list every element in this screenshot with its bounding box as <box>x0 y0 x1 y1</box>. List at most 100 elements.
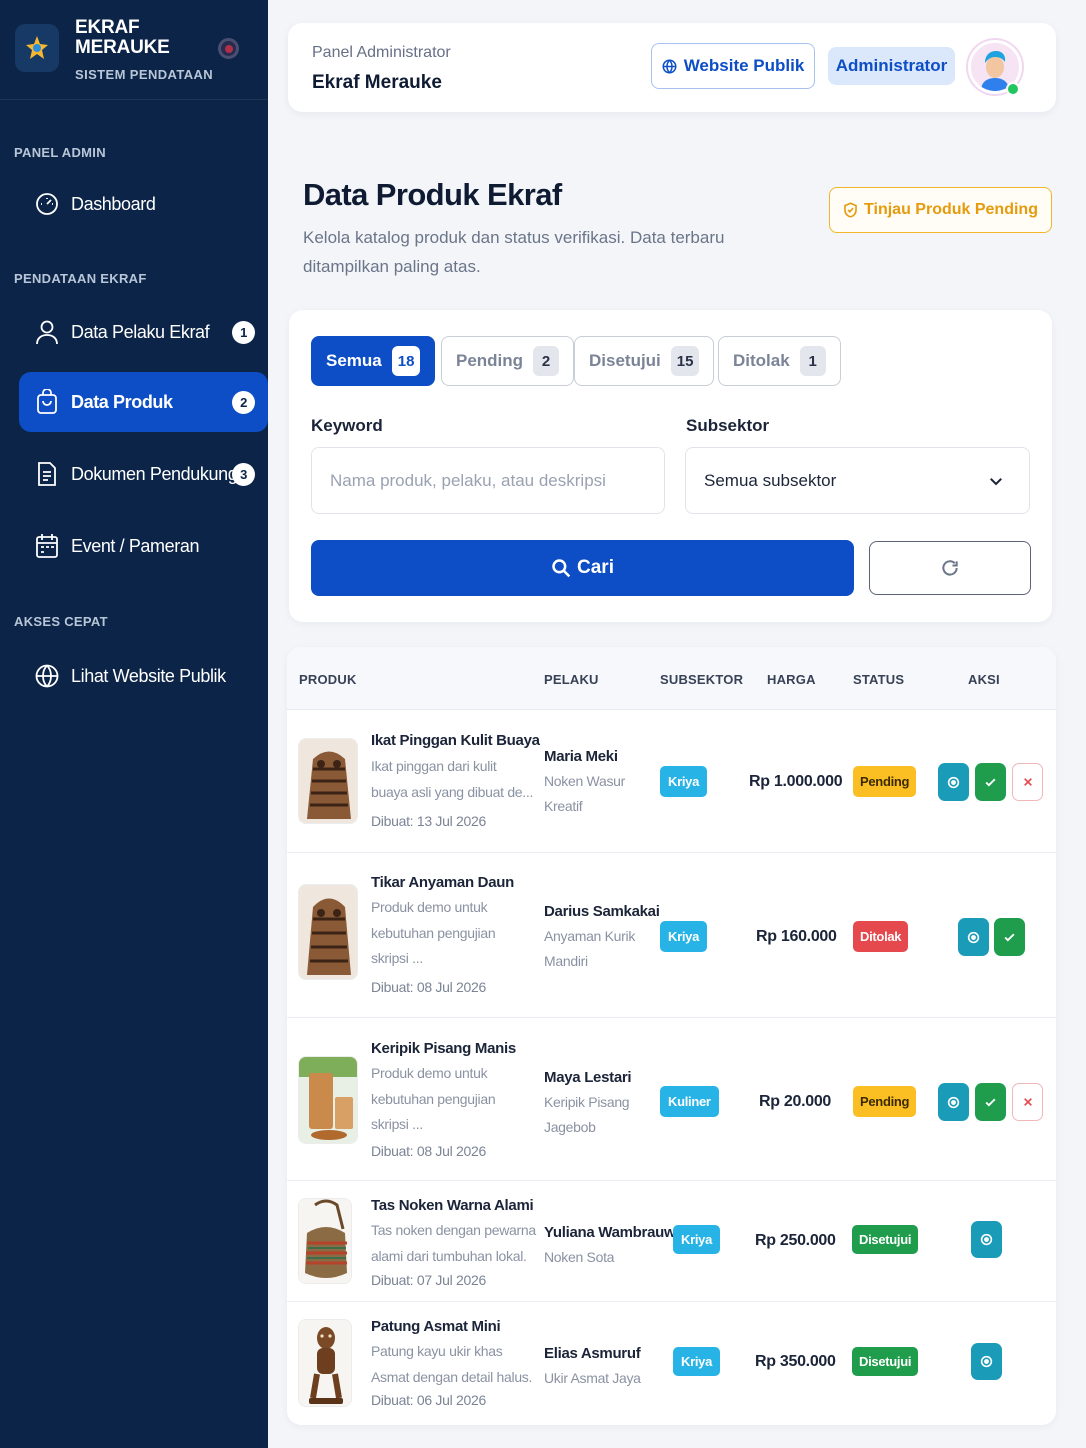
status-badge: Pending <box>853 766 917 797</box>
count-badge: 2 <box>232 390 255 414</box>
status-badge: Pending <box>853 1086 917 1117</box>
status-badge: Disetujui <box>852 1347 919 1376</box>
reject-button[interactable] <box>1012 1083 1043 1121</box>
product-thumbnail <box>298 738 358 824</box>
view-button[interactable] <box>938 763 969 801</box>
website-publik-label: Website Publik <box>683 56 805 75</box>
column-header: AKSI <box>968 672 1000 687</box>
tab-count: 1 <box>799 346 826 376</box>
sidebar-item-event[interactable]: Event / Pameran <box>19 516 268 576</box>
bag-icon <box>34 389 60 415</box>
product-price: Rp 20.000 <box>759 1093 832 1110</box>
sidebar-item-dashboard[interactable]: Dashboard <box>19 174 268 234</box>
tab-disetujui[interactable]: Disetujui 15 <box>574 336 715 386</box>
product-thumbnail <box>298 884 358 980</box>
search-icon <box>552 559 571 578</box>
pelaku-name: Elias Asmuruf <box>544 1345 641 1362</box>
brand-title-line2: MERAUKE <box>75 37 170 58</box>
eye-icon <box>980 1355 993 1368</box>
pelaku-name: Maria Meki <box>544 748 618 765</box>
subsektor-chip: Kuliner <box>660 1086 719 1117</box>
shield-check-icon <box>844 202 857 218</box>
reject-button[interactable] <box>1012 763 1043 801</box>
tab-semua[interactable]: Semua 18 <box>311 336 436 386</box>
product-price: Rp 250.000 <box>755 1232 836 1249</box>
subsektor-chip: Kriya <box>660 766 708 797</box>
keyword-label: Keyword <box>311 416 383 435</box>
pelaku-name: Yuliana Wambrauw <box>544 1224 676 1241</box>
close-icon <box>1023 1098 1032 1106</box>
sidebar-item-dokumen[interactable]: Dokumen Pendukung 3 <box>19 444 268 504</box>
brand-title-line1: EKRAF <box>75 17 140 38</box>
subsektor-select[interactable]: Semua subsektor <box>685 447 1030 514</box>
chevron-down-icon <box>990 478 1002 486</box>
tab-count: 2 <box>533 346 560 376</box>
view-button[interactable] <box>971 1343 1002 1380</box>
column-header: PRODUK <box>299 672 357 687</box>
brand-title: EKRAF MERAUKE <box>75 18 170 58</box>
sidebar-item-data-produk[interactable]: Data Produk 2 <box>19 372 268 432</box>
sidebar-item-label: Data Pelaku Ekraf <box>71 321 210 342</box>
pelaku-business: Anyaman Kurik Mandiri <box>544 928 636 969</box>
product-description: Tas noken dengan pewarna alami dari tumb… <box>371 1222 536 1264</box>
keyword-input[interactable] <box>311 447 665 514</box>
record-indicator-icon <box>218 38 239 59</box>
product-date: Dibuat: 13 Jul 2026 <box>371 813 486 829</box>
brand: EKRAF MERAUKE SISTEM PENDATAAN <box>0 0 268 100</box>
view-button[interactable] <box>938 1083 969 1121</box>
header-kicker: Panel Administrator <box>312 44 451 61</box>
calendar-icon <box>34 533 60 559</box>
product-date: Dibuat: 06 Jul 2026 <box>371 1392 486 1408</box>
tab-label: Pending <box>456 351 524 370</box>
status-badge: Disetujui <box>852 1225 919 1254</box>
tab-label: Disetujui <box>589 351 661 370</box>
top-header: Panel Administrator Ekraf Merauke Websit… <box>288 23 1056 112</box>
website-publik-button[interactable]: Website Publik <box>651 43 815 89</box>
table-row: Patung Asmat Mini Patung kayu ukir khas … <box>287 1302 1056 1425</box>
pelaku-business: Ukir Asmat Jaya <box>544 1370 641 1386</box>
pelaku-business: Noken Sota <box>544 1249 615 1265</box>
header-title: Ekraf Merauke <box>312 72 442 93</box>
brand-logo[interactable] <box>15 24 59 72</box>
section-pendataan: PENDATAAN EKRAF <box>14 271 147 286</box>
tab-pending[interactable]: Pending 2 <box>441 336 575 386</box>
sidebar-item-label: Dokumen Pendukung <box>71 463 238 484</box>
product-price: Rp 1.000.000 <box>749 773 843 790</box>
reset-button[interactable] <box>869 541 1031 595</box>
approve-button[interactable] <box>975 1083 1006 1121</box>
document-icon <box>34 461 60 487</box>
tab-ditolak[interactable]: Ditolak 1 <box>718 336 841 386</box>
sidebar-item-label: Data Produk <box>71 391 173 412</box>
product-thumbnail <box>298 1056 358 1144</box>
sidebar-item-website-publik[interactable]: Lihat Website Publik <box>19 646 268 706</box>
column-header: PELAKU <box>544 672 599 687</box>
pelaku-business: Noken Wasur Kreatif <box>544 773 625 814</box>
product-description: Patung kayu ukir khas Asmat dengan detai… <box>371 1343 533 1385</box>
approve-button[interactable] <box>994 918 1025 956</box>
pelaku-name: Darius Samkakai <box>544 903 660 920</box>
user-icon <box>34 319 60 345</box>
view-button[interactable] <box>971 1221 1002 1258</box>
page-title: Data Produk Ekraf <box>303 177 562 212</box>
sidebar-item-label: Lihat Website Publik <box>71 665 226 686</box>
count-badge: 1 <box>232 320 255 344</box>
pelaku-name: Maya Lestari <box>544 1069 632 1086</box>
globe-icon <box>662 59 677 73</box>
column-header: HARGA <box>767 672 816 687</box>
sidebar-item-data-pelaku[interactable]: Data Pelaku Ekraf 1 <box>19 302 268 362</box>
review-pending-button[interactable]: Tinjau Produk Pending <box>829 187 1052 233</box>
product-thumbnail <box>298 1198 352 1284</box>
refresh-icon <box>942 560 958 576</box>
product-name: Tas Noken Warna Alami <box>371 1197 534 1214</box>
tab-label: Ditolak <box>733 351 790 370</box>
review-pending-label: Tinjau Produk Pending <box>864 201 1038 218</box>
product-date: Dibuat: 08 Jul 2026 <box>371 1143 486 1159</box>
sidebar-item-label: Event / Pameran <box>71 535 200 556</box>
approve-button[interactable] <box>975 763 1006 801</box>
search-button[interactable]: Cari <box>311 540 854 596</box>
page-description: Kelola katalog produk dan status verifik… <box>303 228 725 276</box>
view-button[interactable] <box>958 918 989 956</box>
online-indicator <box>1006 82 1020 96</box>
check-icon <box>985 1098 996 1107</box>
product-price: Rp 160.000 <box>756 928 837 945</box>
